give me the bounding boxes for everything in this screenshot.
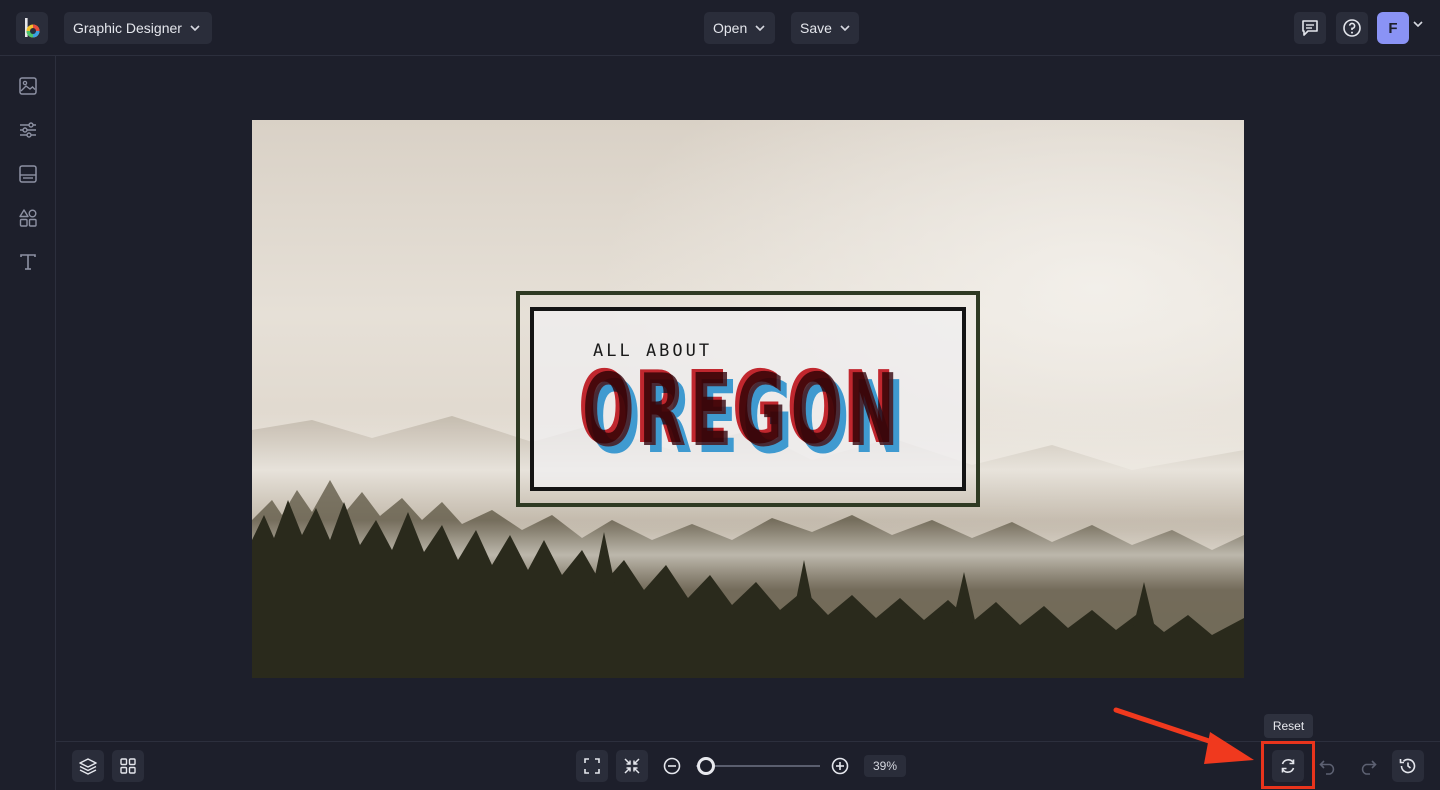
sidebar-item-images[interactable] (16, 74, 40, 98)
grid-icon (120, 758, 136, 774)
zoom-slider-handle[interactable] (697, 757, 715, 775)
help-icon (1343, 19, 1361, 37)
layers-button[interactable] (72, 750, 104, 782)
annotation-arrow-icon (1113, 707, 1254, 764)
zoom-in-button[interactable] (828, 754, 852, 778)
save-label: Save (800, 20, 832, 36)
user-avatar[interactable]: F (1377, 12, 1409, 44)
app-selector-label: Graphic Designer (73, 20, 182, 36)
grid-button[interactable] (112, 750, 144, 782)
chevron-down-icon (190, 25, 200, 31)
sidebar-item-graphics[interactable] (16, 206, 40, 230)
actual-size-button[interactable] (616, 750, 648, 782)
open-label: Open (713, 20, 748, 36)
title-text-group[interactable]: OREGON OREGON OREGON (578, 349, 938, 474)
sidebar-item-text[interactable] (16, 250, 40, 274)
zoom-in-icon (831, 757, 849, 775)
image-icon (19, 77, 37, 95)
feedback-button[interactable] (1294, 12, 1326, 44)
open-dropdown[interactable]: Open (704, 12, 775, 44)
help-button[interactable] (1336, 12, 1368, 44)
left-toolbar (0, 56, 56, 790)
sidebar-item-adjustments[interactable] (16, 118, 40, 142)
redo-button[interactable] (1356, 754, 1380, 778)
design-canvas[interactable]: ALL ABOUT OREGON OREGON OREGON (252, 120, 1244, 678)
app-logo[interactable] (16, 12, 48, 44)
title-text: OREGON (578, 349, 899, 466)
layers-icon (79, 758, 97, 775)
undo-button[interactable] (1316, 754, 1340, 778)
zoom-out-button[interactable] (660, 754, 684, 778)
annotation-highlight-box (1261, 741, 1315, 789)
app-selector-dropdown[interactable]: Graphic Designer (64, 12, 212, 44)
layout-icon (19, 165, 37, 183)
top-bar: Graphic Designer Open Save F (0, 0, 1440, 56)
shapes-icon (19, 209, 37, 227)
history-button[interactable] (1392, 750, 1424, 782)
sidebar-item-layouts[interactable] (16, 162, 40, 186)
chevron-down-icon (755, 25, 765, 31)
save-dropdown[interactable]: Save (791, 12, 859, 44)
logo-icon (25, 18, 40, 38)
undo-icon (1319, 760, 1335, 775)
zoom-out-icon (663, 757, 681, 775)
sliders-icon (20, 122, 36, 138)
zoom-level[interactable]: 39% (864, 755, 906, 777)
fit-to-screen-button[interactable] (576, 750, 608, 782)
redo-icon (1361, 760, 1377, 775)
chevron-down-icon (840, 25, 850, 31)
chevron-down-icon[interactable] (1413, 21, 1423, 27)
text-icon (20, 254, 36, 270)
reset-tooltip: Reset (1264, 714, 1313, 738)
expand-icon (584, 758, 600, 774)
history-icon (1399, 758, 1416, 774)
chat-icon (1302, 20, 1318, 36)
shrink-icon (624, 758, 640, 774)
